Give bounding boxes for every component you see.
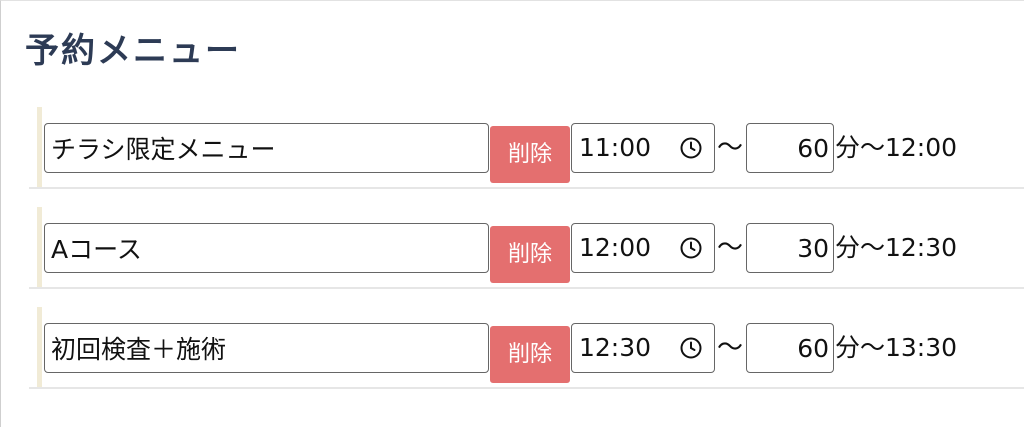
- clock-icon[interactable]: [679, 136, 703, 160]
- row-accent-bar: [37, 107, 42, 187]
- start-time-value: 12:00: [579, 233, 652, 262]
- row-accent-bar: [37, 207, 42, 287]
- start-time-input[interactable]: 12:00: [571, 223, 715, 273]
- range-separator: 〜: [717, 333, 744, 363]
- panel: 予約メニュー 削除 11:00 〜 分〜12:00 削除 12:00 〜 分〜: [0, 0, 1024, 427]
- end-time-text: 分〜12:00: [835, 133, 958, 162]
- delete-button[interactable]: 削除: [490, 326, 570, 383]
- menu-row: 削除 12:00 〜 分〜12:30: [29, 207, 1024, 289]
- delete-button[interactable]: 削除: [490, 126, 570, 183]
- range-separator: 〜: [717, 133, 744, 163]
- end-time-text: 分〜12:30: [835, 233, 958, 262]
- duration-input[interactable]: [746, 123, 834, 173]
- start-time-value: 12:30: [579, 333, 652, 362]
- delete-button[interactable]: 削除: [490, 226, 570, 283]
- menu-name-input[interactable]: [44, 223, 489, 273]
- end-time-text: 分〜13:30: [835, 333, 958, 362]
- start-time-input[interactable]: 11:00: [571, 123, 715, 173]
- menu-name-input[interactable]: [44, 123, 489, 173]
- range-separator: 〜: [717, 233, 744, 263]
- clock-icon[interactable]: [679, 336, 703, 360]
- row-accent-bar: [37, 307, 42, 387]
- start-time-value: 11:00: [579, 133, 652, 162]
- start-time-input[interactable]: 12:30: [571, 323, 715, 373]
- page-title: 予約メニュー: [25, 31, 241, 71]
- menu-row: 削除 12:30 〜 分〜13:30: [29, 307, 1024, 389]
- duration-input[interactable]: [746, 223, 834, 273]
- menu-name-input[interactable]: [44, 323, 489, 373]
- duration-input[interactable]: [746, 323, 834, 373]
- menu-row: 削除 11:00 〜 分〜12:00: [29, 107, 1024, 189]
- clock-icon[interactable]: [679, 236, 703, 260]
